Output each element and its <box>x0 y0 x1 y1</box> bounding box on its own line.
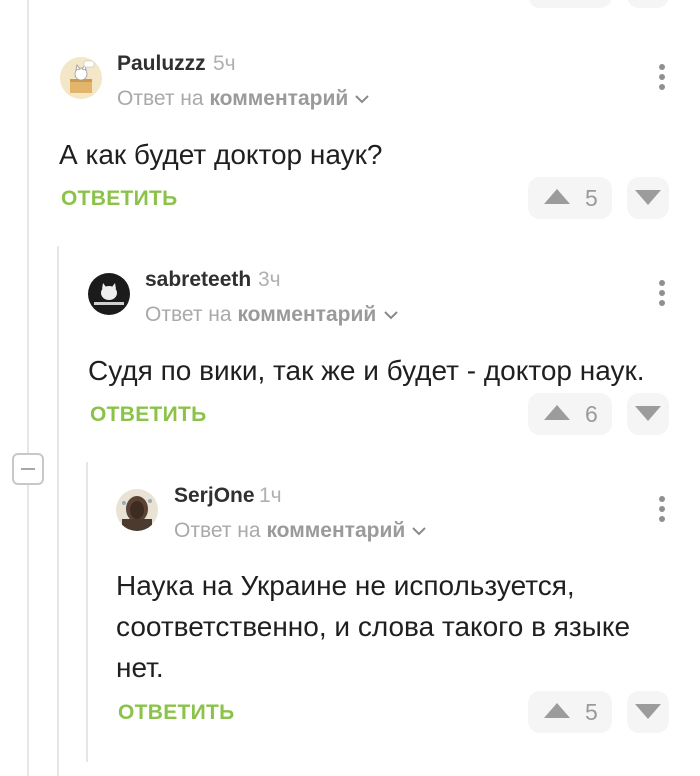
thread-line <box>27 0 29 776</box>
white-cat-avatar-icon <box>94 283 124 305</box>
vote-down-button[interactable] <box>627 177 669 219</box>
avatar[interactable] <box>88 273 130 315</box>
arrow-down-icon <box>635 406 661 421</box>
reply-button[interactable]: ОТВЕТИТЬ <box>118 701 235 725</box>
reply-button[interactable]: ОТВЕТИТЬ <box>61 187 178 211</box>
vote-down-button[interactable] <box>627 393 669 435</box>
vote-count: 5 <box>585 699 598 725</box>
reply-prefix: Ответ на <box>117 87 204 110</box>
thread-line <box>57 246 59 776</box>
comment-time: 5ч <box>213 52 236 75</box>
comment-text-line: нет. <box>116 652 164 683</box>
thread-line <box>86 462 88 762</box>
vote-up-button[interactable]: 6 <box>528 393 612 435</box>
vote-up-button[interactable]: 5 <box>528 691 612 733</box>
chevron-down-icon[interactable] <box>383 309 399 321</box>
more-options-icon[interactable] <box>657 64 667 92</box>
arrow-up-icon <box>544 189 570 204</box>
chevron-down-icon[interactable] <box>354 93 370 105</box>
vote-up-button[interactable] <box>528 0 612 8</box>
comment-author[interactable]: Pauluzzz <box>117 52 206 76</box>
avatar[interactable] <box>116 489 158 531</box>
comment-text: Наука на Украине не используется, соотве… <box>116 565 630 688</box>
comment-author[interactable]: sabreteeth <box>145 268 251 292</box>
arrow-up-icon <box>544 703 570 718</box>
chevron-down-icon[interactable] <box>411 525 427 537</box>
vote-count: 6 <box>585 401 598 427</box>
avatar[interactable] <box>60 57 102 99</box>
comment-author[interactable]: SerjOne <box>174 484 255 508</box>
cat-in-box-avatar-icon <box>70 60 95 93</box>
comment-time: 1ч <box>259 484 282 507</box>
comment-text-line: Наука на Украине не используется, <box>116 570 575 601</box>
more-options-icon[interactable] <box>657 496 667 524</box>
vote-down-button[interactable] <box>627 691 669 733</box>
comment-text: Судя по вики, так же и будет - доктор на… <box>88 355 645 386</box>
vote-up-button[interactable]: 5 <box>528 177 612 219</box>
arrow-down-icon <box>635 704 661 719</box>
arrow-up-icon <box>544 405 570 420</box>
comment-text-line: соответственно, и слова такого в языке <box>116 611 631 642</box>
more-options-icon[interactable] <box>657 280 667 308</box>
comment-time: 3ч <box>258 268 281 291</box>
comment-text: А как будет доктор наук? <box>59 139 383 170</box>
arrow-down-icon <box>635 190 661 205</box>
vote-down-button[interactable] <box>627 0 669 8</box>
dark-portrait-avatar-icon <box>122 496 152 531</box>
reply-prefix: Ответ на <box>174 519 261 542</box>
reply-target-link[interactable]: комментарий <box>266 519 405 542</box>
vote-count: 5 <box>585 185 598 211</box>
reply-to-line[interactable]: Ответ на комментарий <box>145 303 376 327</box>
reply-target-link[interactable]: комментарий <box>209 87 348 110</box>
reply-target-link[interactable]: комментарий <box>237 303 376 326</box>
collapse-thread-button[interactable] <box>12 453 44 485</box>
reply-prefix: Ответ на <box>145 303 232 326</box>
reply-to-line[interactable]: Ответ на комментарий <box>174 519 405 543</box>
reply-button[interactable]: ОТВЕТИТЬ <box>90 403 207 427</box>
reply-to-line[interactable]: Ответ на комментарий <box>117 87 348 111</box>
